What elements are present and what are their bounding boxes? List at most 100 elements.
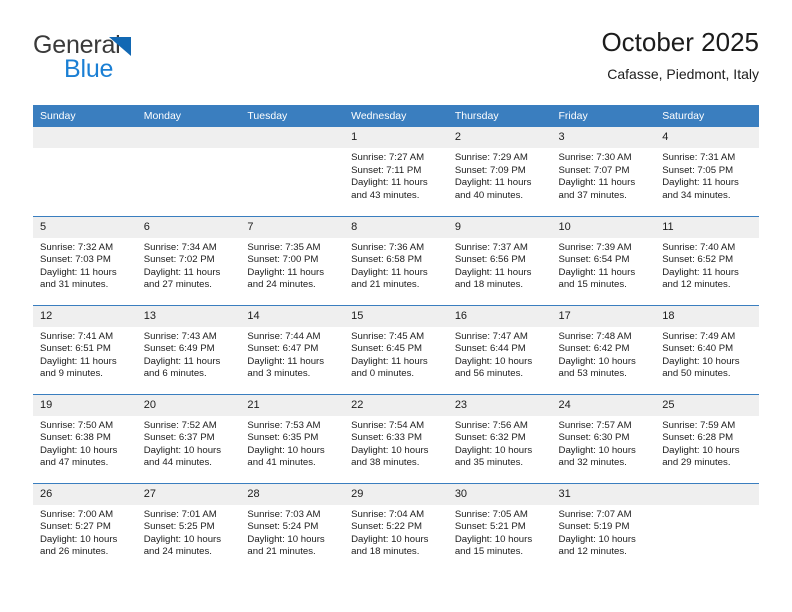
- day-cell[interactable]: 8 Sunrise: 7:36 AM Sunset: 6:58 PM Dayli…: [344, 215, 448, 305]
- day-details: Sunrise: 7:47 AM Sunset: 6:44 PM Dayligh…: [448, 327, 552, 381]
- daylight-text-line2: and 41 minutes.: [247, 457, 316, 469]
- daylight-text-line1: Daylight: 10 hours: [143, 444, 222, 456]
- day-cell[interactable]: 21 Sunrise: 7:53 AM Sunset: 6:35 PM Dayl…: [240, 393, 345, 483]
- day-cell[interactable]: 7 Sunrise: 7:35 AM Sunset: 7:00 PM Dayli…: [240, 215, 345, 305]
- day-cell[interactable]: 11 Sunrise: 7:40 AM Sunset: 6:52 PM Dayl…: [655, 215, 759, 305]
- day-cell[interactable]: 9 Sunrise: 7:37 AM Sunset: 6:56 PM Dayli…: [447, 215, 552, 305]
- day-cell[interactable]: 25 Sunrise: 7:59 AM Sunset: 6:28 PM Dayl…: [655, 393, 759, 483]
- general-blue-logo[interactable]: General Blue: [33, 32, 263, 92]
- sunrise-text: Sunrise: 7:32 AM: [40, 241, 114, 253]
- daylight-text-line1: Daylight: 11 hours: [454, 177, 532, 189]
- daylight-text-line1: Daylight: 11 hours: [454, 266, 532, 278]
- day-details: Sunrise: 7:32 AM Sunset: 7:03 PM Dayligh…: [33, 238, 137, 292]
- title-block: October 2025 Cafasse, Piedmont, Italy: [601, 26, 759, 84]
- daylight-text-line2: and 40 minutes.: [454, 189, 524, 201]
- sunrise-text: Sunrise: 7:53 AM: [247, 419, 321, 431]
- weekday-header-row: Sunday Monday Tuesday Wednesday Thursday…: [33, 105, 759, 127]
- sunrise-text: Sunrise: 7:27 AM: [351, 152, 425, 163]
- daylight-text-line2: and 21 minutes.: [351, 279, 420, 291]
- day-details: Sunrise: 7:50 AM Sunset: 6:38 PM Dayligh…: [33, 416, 137, 470]
- sunrise-text: Sunrise: 7:44 AM: [247, 330, 321, 342]
- sunrise-text: Sunrise: 7:47 AM: [454, 330, 528, 342]
- day-cell[interactable]: 13 Sunrise: 7:43 AM Sunset: 6:49 PM Dayl…: [136, 304, 241, 394]
- day-cell[interactable]: 4 Sunrise: 7:31 AM Sunset: 7:05 PM Dayli…: [655, 127, 759, 216]
- sunset-text: Sunset: 6:56 PM: [454, 254, 526, 266]
- day-details: Sunrise: 7:03 AM Sunset: 5:24 PM Dayligh…: [240, 505, 344, 559]
- daylight-text-line1: Daylight: 11 hours: [662, 266, 739, 278]
- weekday-header-monday: Monday: [136, 105, 241, 127]
- daylight-text-line1: Daylight: 10 hours: [351, 444, 429, 456]
- day-cell[interactable]: 29 Sunrise: 7:04 AM Sunset: 5:22 PM Dayl…: [344, 482, 448, 572]
- page-header: General Blue October 2025 Cafasse, Piedm…: [33, 26, 759, 98]
- sunrise-text: Sunrise: 7:54 AM: [351, 419, 425, 431]
- day-number: 1: [344, 127, 448, 148]
- day-number: 30: [447, 483, 552, 505]
- daylight-text-line2: and 53 minutes.: [558, 368, 627, 380]
- page-title: October 2025: [601, 27, 759, 57]
- daylight-text-line1: Daylight: 11 hours: [351, 266, 428, 278]
- weekday-header-wednesday: Wednesday: [344, 105, 448, 127]
- calendar-table: Sunday Monday Tuesday Wednesday Thursday…: [33, 105, 759, 572]
- day-cell[interactable]: 24 Sunrise: 7:57 AM Sunset: 6:30 PM Dayl…: [551, 393, 656, 483]
- day-number: 27: [136, 483, 241, 505]
- day-cell[interactable]: 15 Sunrise: 7:45 AM Sunset: 6:45 PM Dayl…: [344, 304, 448, 394]
- day-cell[interactable]: 30 Sunrise: 7:05 AM Sunset: 5:21 PM Dayl…: [447, 482, 552, 572]
- day-cell[interactable]: 5 Sunrise: 7:32 AM Sunset: 7:03 PM Dayli…: [33, 215, 137, 305]
- day-details: Sunrise: 7:35 AM Sunset: 7:00 PM Dayligh…: [240, 238, 344, 292]
- day-cell[interactable]: 20 Sunrise: 7:52 AM Sunset: 6:37 PM Dayl…: [136, 393, 241, 483]
- sunset-text: Sunset: 6:40 PM: [662, 343, 734, 355]
- daylight-text-line2: and 32 minutes.: [558, 457, 627, 469]
- sunset-text: Sunset: 6:54 PM: [558, 254, 630, 266]
- sunrise-text: Sunrise: 7:00 AM: [40, 508, 114, 520]
- day-cell[interactable]: 18 Sunrise: 7:49 AM Sunset: 6:40 PM Dayl…: [655, 304, 759, 394]
- day-details: Sunrise: 7:30 AM Sunset: 7:07 PM Dayligh…: [552, 148, 656, 202]
- sunrise-text: Sunrise: 7:40 AM: [662, 241, 736, 253]
- daylight-text-line1: Daylight: 10 hours: [662, 355, 740, 367]
- day-cell[interactable]: 23 Sunrise: 7:56 AM Sunset: 6:32 PM Dayl…: [447, 393, 552, 483]
- day-cell[interactable]: 17 Sunrise: 7:48 AM Sunset: 6:42 PM Dayl…: [551, 304, 656, 394]
- day-cell[interactable]: 31 Sunrise: 7:07 AM Sunset: 5:19 PM Dayl…: [551, 482, 656, 572]
- day-number: 9: [447, 216, 552, 238]
- sunrise-text: Sunrise: 7:48 AM: [558, 330, 632, 342]
- day-cell[interactable]: 28 Sunrise: 7:03 AM Sunset: 5:24 PM Dayl…: [240, 482, 345, 572]
- day-details: Sunrise: 7:07 AM Sunset: 5:19 PM Dayligh…: [552, 505, 656, 559]
- day-number: 26: [33, 483, 137, 505]
- daylight-text-line2: and 34 minutes.: [662, 189, 731, 201]
- sunrise-text: Sunrise: 7:50 AM: [40, 419, 114, 431]
- sunset-text: Sunset: 6:33 PM: [351, 432, 423, 444]
- sunset-text: Sunset: 6:51 PM: [40, 343, 111, 355]
- week-row: 26 Sunrise: 7:00 AM Sunset: 5:27 PM Dayl…: [33, 482, 759, 572]
- day-cell[interactable]: 22 Sunrise: 7:54 AM Sunset: 6:33 PM Dayl…: [344, 393, 448, 483]
- day-cell[interactable]: 2 Sunrise: 7:29 AM Sunset: 7:09 PM Dayli…: [447, 127, 552, 216]
- day-details: Sunrise: 7:44 AM Sunset: 6:47 PM Dayligh…: [240, 327, 344, 381]
- day-cell[interactable]: 16 Sunrise: 7:47 AM Sunset: 6:44 PM Dayl…: [447, 304, 552, 394]
- sunrise-text: Sunrise: 7:49 AM: [662, 330, 736, 342]
- day-cell[interactable]: 12 Sunrise: 7:41 AM Sunset: 6:51 PM Dayl…: [33, 304, 137, 394]
- day-cell[interactable]: 26 Sunrise: 7:00 AM Sunset: 5:27 PM Dayl…: [33, 482, 137, 572]
- day-details: Sunrise: 7:48 AM Sunset: 6:42 PM Dayligh…: [552, 327, 656, 381]
- day-cell[interactable]: 14 Sunrise: 7:44 AM Sunset: 6:47 PM Dayl…: [240, 304, 345, 394]
- day-cell[interactable]: 27 Sunrise: 7:01 AM Sunset: 5:25 PM Dayl…: [136, 482, 241, 572]
- day-number: 5: [33, 216, 137, 238]
- sunrise-text: Sunrise: 7:04 AM: [351, 508, 425, 520]
- day-number: 19: [33, 394, 137, 416]
- daylight-text-line2: and 50 minutes.: [662, 368, 731, 380]
- day-cell[interactable]: 3 Sunrise: 7:30 AM Sunset: 7:07 PM Dayli…: [551, 127, 656, 216]
- week-row: 1 Sunrise: 7:27 AM Sunset: 7:11 PM Dayli…: [33, 127, 759, 216]
- sunset-text: Sunset: 6:45 PM: [351, 343, 423, 355]
- day-cell[interactable]: 6 Sunrise: 7:34 AM Sunset: 7:02 PM Dayli…: [136, 215, 241, 305]
- daylight-text-line1: Daylight: 10 hours: [351, 533, 429, 545]
- day-details: Sunrise: 7:59 AM Sunset: 6:28 PM Dayligh…: [655, 416, 759, 470]
- daylight-text-line2: and 56 minutes.: [454, 368, 524, 380]
- sunset-text: Sunset: 5:27 PM: [40, 521, 111, 533]
- daylight-text-line1: Daylight: 10 hours: [454, 355, 533, 367]
- day-number: [136, 127, 241, 148]
- daylight-text-line2: and 24 minutes.: [143, 546, 212, 558]
- daylight-text-line1: Daylight: 11 hours: [558, 266, 636, 278]
- day-details: Sunrise: 7:37 AM Sunset: 6:56 PM Dayligh…: [448, 238, 552, 292]
- day-cell[interactable]: 10 Sunrise: 7:39 AM Sunset: 6:54 PM Dayl…: [551, 215, 656, 305]
- day-cell[interactable]: 1 Sunrise: 7:27 AM Sunset: 7:11 PM Dayli…: [344, 127, 448, 216]
- sunrise-text: Sunrise: 7:56 AM: [454, 419, 528, 431]
- daylight-text-line1: Daylight: 11 hours: [143, 355, 221, 367]
- day-cell[interactable]: 19 Sunrise: 7:50 AM Sunset: 6:38 PM Dayl…: [33, 393, 137, 483]
